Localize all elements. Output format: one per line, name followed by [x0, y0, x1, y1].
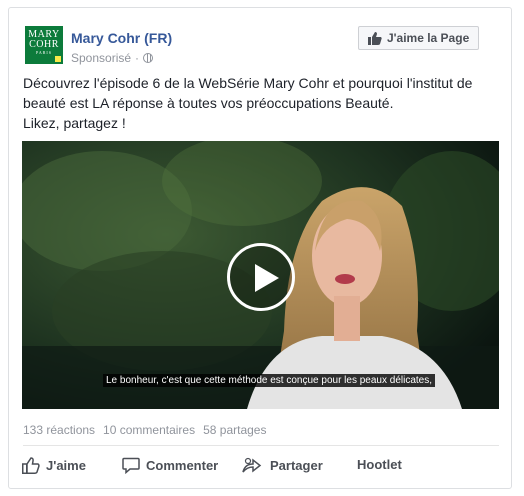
thumbs-up-icon	[22, 457, 40, 474]
globe-icon[interactable]	[143, 53, 154, 63]
video-player[interactable]: Le bonheur, c'est que cette méthode est …	[22, 141, 499, 409]
sponsored-label[interactable]: Sponsorisé	[71, 51, 131, 65]
sponsored-post-card: MARY COHR PARIS Mary Cohr (FR) Sponsoris…	[8, 7, 512, 489]
logo-yellow-square	[55, 56, 61, 62]
post-text-line3: Likez, partagez !	[23, 115, 126, 131]
comment-label: Commenter	[146, 458, 219, 473]
action-bar: J'aime Commenter Partager Hootlet	[22, 457, 502, 477]
reactions-count[interactable]: 133 réactions	[23, 423, 95, 437]
comment-button[interactable]: Commenter	[122, 457, 218, 474]
like-page-button[interactable]: J'aime la Page	[358, 26, 479, 50]
meta-separator: ·	[135, 51, 140, 65]
comments-count[interactable]: 10 commentaires	[103, 423, 195, 437]
hootlet-button[interactable]: Hootlet	[357, 457, 402, 472]
page-logo[interactable]: MARY COHR PARIS	[25, 26, 63, 64]
logo-line2: COHR	[29, 39, 59, 50]
hootlet-label: Hootlet	[357, 457, 402, 472]
share-icon	[242, 457, 264, 474]
video-subtitle: Le bonheur, c'est que cette méthode est …	[103, 374, 436, 387]
engagement-stats: 133 réactions 10 commentaires 58 partage…	[23, 423, 266, 437]
post-meta: Sponsorisé ·	[71, 51, 154, 65]
like-label: J'aime	[46, 458, 86, 473]
share-button[interactable]: Partager	[242, 457, 323, 474]
page-name-link[interactable]: Mary Cohr (FR)	[71, 30, 172, 46]
shares-count[interactable]: 58 partages	[203, 423, 266, 437]
like-button[interactable]: J'aime	[22, 457, 86, 474]
divider	[23, 445, 499, 446]
logo-line1: MARY	[28, 29, 60, 40]
post-text: Découvrez l'épisode 6 de la WebSérie Mar…	[23, 73, 503, 133]
post-text-line1: Découvrez l'épisode 6 de la WebSérie Mar…	[23, 75, 473, 91]
play-button[interactable]	[227, 243, 295, 311]
post-text-line2: beauté est LA réponse à toutes vos préoc…	[23, 95, 394, 111]
like-page-label: J'aime la Page	[387, 31, 470, 45]
comment-icon	[122, 457, 140, 474]
thumbs-up-icon	[368, 31, 382, 45]
share-label: Partager	[270, 458, 323, 473]
